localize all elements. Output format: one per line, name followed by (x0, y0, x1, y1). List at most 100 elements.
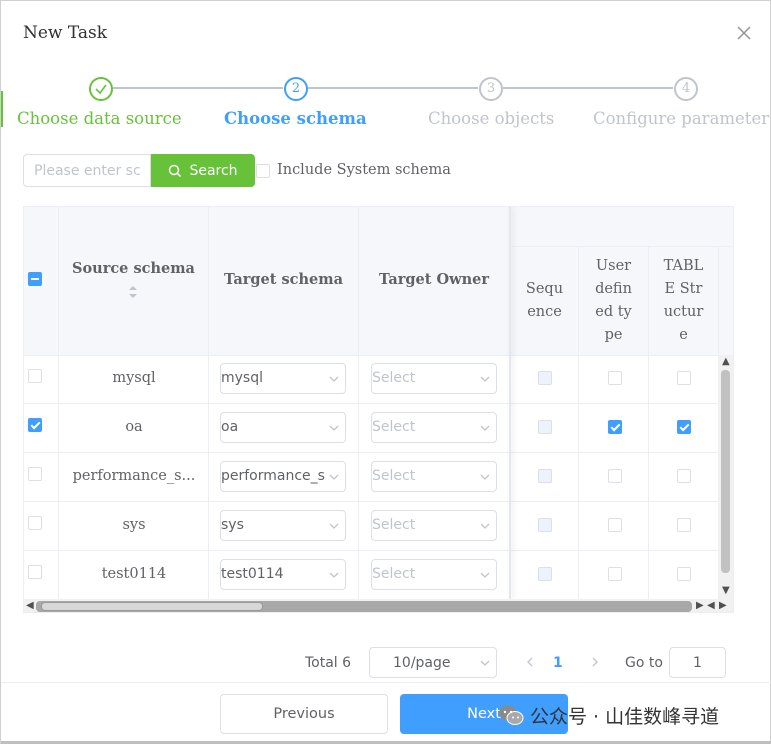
source-schema-header[interactable]: Source schema (59, 260, 208, 277)
scroll-up-arrow-icon[interactable]: ▲ (722, 356, 730, 367)
horizontal-scrollbar-thumb[interactable] (41, 602, 263, 611)
row-divider (24, 403, 718, 404)
fixed-columns-shadow (509, 207, 511, 599)
page-number-current[interactable]: 1 (553, 655, 563, 671)
scroll-left-arrow-icon[interactable]: ◀ (26, 600, 34, 611)
chevron-down-icon (480, 523, 490, 529)
sort-icon[interactable] (128, 285, 138, 299)
target-schema-value: sys (221, 517, 244, 533)
chevron-down-icon (480, 474, 490, 480)
scroll-right-arrow-icon[interactable]: ▶ (696, 600, 704, 611)
row-checkbox[interactable] (28, 369, 42, 383)
target-owner-select[interactable]: Select (371, 363, 497, 394)
ts-header-line: E Str (664, 281, 703, 297)
page-size-value: 10/page (393, 655, 451, 671)
row-checkbox[interactable] (28, 467, 42, 481)
search-icon (169, 164, 182, 177)
select-all-checkbox[interactable] (28, 272, 42, 286)
user-defined-type-checkbox[interactable] (608, 518, 622, 532)
include-system-schema-checkbox[interactable] (256, 164, 270, 178)
target-schema-header: Target schema (223, 271, 344, 288)
chevron-down-icon (480, 572, 490, 578)
vertical-scrollbar-thumb[interactable] (721, 370, 730, 573)
sequence-checkbox (538, 469, 552, 483)
target-owner-select[interactable]: Select (371, 461, 497, 492)
goto-page-input[interactable] (669, 647, 726, 678)
scroll-left-arrow-icon[interactable]: ◀ (707, 600, 715, 611)
scroll-down-arrow-icon[interactable]: ▼ (722, 585, 730, 596)
column-divider (718, 246, 719, 355)
chevron-down-icon (329, 376, 339, 382)
target-schema-select[interactable]: mysql (220, 363, 346, 394)
user-defined-type-checkbox[interactable] (608, 371, 622, 385)
table-structure-checkbox[interactable] (677, 567, 691, 581)
goto-label: Go to (625, 655, 663, 671)
user-defined-type-checkbox[interactable] (608, 469, 622, 483)
chevron-right-icon[interactable] (588, 653, 602, 671)
search-button-label: Search (189, 162, 238, 179)
chevron-down-icon (480, 425, 490, 431)
udt-header-line: defin (595, 281, 632, 297)
schema-search-input[interactable] (23, 154, 151, 187)
row-divider (24, 550, 718, 551)
target-schema-select[interactable]: test0114 (220, 559, 346, 590)
step-connector (503, 87, 673, 89)
row-checkbox[interactable] (28, 565, 42, 579)
target-owner-header: Target Owner (378, 271, 490, 288)
step-connector (113, 87, 283, 89)
target-owner-placeholder: Select (372, 566, 416, 582)
row-checkbox[interactable] (28, 516, 42, 530)
sequence-header-line: Sequ (525, 281, 564, 297)
header-group-divider (511, 246, 733, 247)
page-size-select[interactable]: 10/page (369, 647, 497, 678)
sequence-checkbox (538, 518, 552, 532)
user-defined-type-checkbox[interactable] (608, 420, 622, 434)
header-bottom-border (24, 355, 733, 356)
target-schema-value: oa (221, 419, 239, 435)
target-owner-select[interactable]: Select (371, 412, 497, 443)
ts-header-line: e (679, 327, 688, 343)
search-button[interactable]: Search (151, 154, 255, 187)
chevron-down-icon (329, 474, 339, 480)
target-schema-select[interactable]: oa (220, 412, 346, 443)
pagination-total: Total 6 (305, 655, 352, 671)
chevron-left-icon[interactable] (523, 653, 537, 671)
user-defined-type-checkbox[interactable] (608, 567, 622, 581)
row-checkbox[interactable] (28, 418, 42, 432)
sequence-checkbox (538, 567, 552, 581)
table-structure-checkbox[interactable] (677, 420, 691, 434)
watermark: 公众号 · 山佳数峰寻道 (498, 701, 719, 729)
chevron-down-icon (329, 425, 339, 431)
table-structure-checkbox[interactable] (677, 371, 691, 385)
table-structure-checkbox[interactable] (677, 518, 691, 532)
target-owner-select[interactable]: Select (371, 559, 497, 590)
footer-divider (1, 682, 771, 683)
udt-header-line: ed ty (595, 304, 632, 320)
chevron-down-icon (329, 572, 339, 578)
table-structure-header: TABL E Str uctur e (649, 255, 718, 347)
step-2-label: Choose schema (224, 109, 367, 128)
background-strip (1, 91, 3, 127)
include-system-schema-label[interactable]: Include System schema (277, 162, 451, 178)
schema-table: Source schema Target schema Target Owner… (23, 206, 734, 613)
watermark-text: 公众号 · 山佳数峰寻道 (530, 705, 720, 728)
ts-header-line: uctur (663, 304, 704, 320)
target-schema-value: test0114 (221, 566, 284, 582)
source-schema-cell: performance_s... (72, 468, 196, 484)
sequence-header-line: ence (527, 304, 562, 320)
source-schema-cell: sys (122, 517, 146, 533)
chevron-down-icon (329, 523, 339, 529)
table-structure-checkbox[interactable] (677, 469, 691, 483)
scroll-right-arrow-icon[interactable]: ▶ (719, 600, 727, 611)
chevron-down-icon (480, 660, 490, 666)
close-icon[interactable] (734, 23, 754, 43)
target-schema-value: mysql (221, 370, 263, 386)
step-4-number: 4 (674, 77, 698, 101)
target-schema-select[interactable]: sys (220, 510, 346, 541)
target-schema-select[interactable]: performance_s (220, 461, 346, 492)
previous-button[interactable]: Previous (220, 694, 388, 734)
sequence-header: Sequ ence (511, 278, 578, 324)
new-task-dialog: New Task 2 3 4 Choose data source Choose… (0, 0, 771, 744)
user-defined-type-header: User defin ed ty pe (579, 255, 648, 347)
target-owner-select[interactable]: Select (371, 510, 497, 541)
